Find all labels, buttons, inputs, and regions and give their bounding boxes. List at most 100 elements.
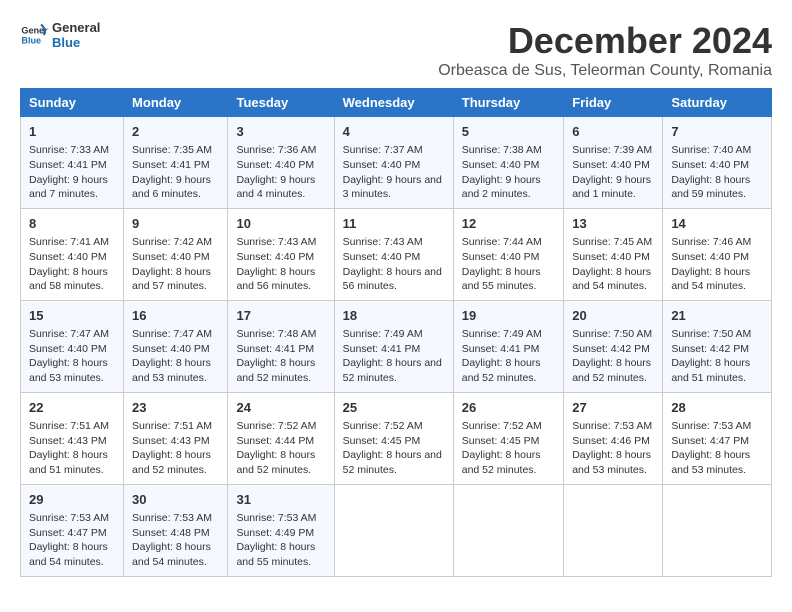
sunrise-text: Sunrise: 7:44 AM	[462, 235, 555, 250]
sunset-text: Sunset: 4:47 PM	[671, 434, 763, 449]
week-row-2: 8Sunrise: 7:41 AMSunset: 4:40 PMDaylight…	[21, 208, 772, 300]
header-saturday: Saturday	[663, 89, 772, 117]
week-row-3: 15Sunrise: 7:47 AMSunset: 4:40 PMDayligh…	[21, 300, 772, 392]
sunrise-text: Sunrise: 7:48 AM	[236, 327, 325, 342]
sunrise-text: Sunrise: 7:47 AM	[132, 327, 219, 342]
sunrise-text: Sunrise: 7:49 AM	[462, 327, 555, 342]
cell-day: 29Sunrise: 7:53 AMSunset: 4:47 PMDayligh…	[21, 484, 124, 576]
daylight-text: Daylight: 8 hours and 55 minutes.	[236, 540, 325, 569]
week-row-5: 29Sunrise: 7:53 AMSunset: 4:47 PMDayligh…	[21, 484, 772, 576]
cell-day: 15Sunrise: 7:47 AMSunset: 4:40 PMDayligh…	[21, 300, 124, 392]
daylight-text: Daylight: 8 hours and 52 minutes.	[343, 356, 445, 385]
header-row: SundayMondayTuesdayWednesdayThursdayFrid…	[21, 89, 772, 117]
cell-day: 11Sunrise: 7:43 AMSunset: 4:40 PMDayligh…	[334, 208, 453, 300]
cell-day: 17Sunrise: 7:48 AMSunset: 4:41 PMDayligh…	[228, 300, 334, 392]
sunrise-text: Sunrise: 7:37 AM	[343, 143, 445, 158]
day-number: 10	[236, 215, 325, 233]
header-wednesday: Wednesday	[334, 89, 453, 117]
cell-day: 6Sunrise: 7:39 AMSunset: 4:40 PMDaylight…	[564, 117, 663, 209]
sunset-text: Sunset: 4:47 PM	[29, 526, 115, 541]
daylight-text: Daylight: 8 hours and 57 minutes.	[132, 265, 219, 294]
day-number: 27	[572, 399, 654, 417]
sunset-text: Sunset: 4:40 PM	[236, 250, 325, 265]
sunrise-text: Sunrise: 7:50 AM	[671, 327, 763, 342]
cell-day: 27Sunrise: 7:53 AMSunset: 4:46 PMDayligh…	[564, 392, 663, 484]
day-number: 13	[572, 215, 654, 233]
sunset-text: Sunset: 4:42 PM	[572, 342, 654, 357]
cell-day: 2Sunrise: 7:35 AMSunset: 4:41 PMDaylight…	[124, 117, 228, 209]
daylight-text: Daylight: 8 hours and 52 minutes.	[462, 356, 555, 385]
logo-general: General	[52, 20, 100, 35]
sunset-text: Sunset: 4:46 PM	[572, 434, 654, 449]
day-number: 30	[132, 491, 219, 509]
cell-day: 24Sunrise: 7:52 AMSunset: 4:44 PMDayligh…	[228, 392, 334, 484]
logo-blue: Blue	[52, 35, 100, 50]
sunrise-text: Sunrise: 7:49 AM	[343, 327, 445, 342]
sunset-text: Sunset: 4:40 PM	[671, 158, 763, 173]
sunrise-text: Sunrise: 7:45 AM	[572, 235, 654, 250]
daylight-text: Daylight: 8 hours and 55 minutes.	[462, 265, 555, 294]
header-tuesday: Tuesday	[228, 89, 334, 117]
daylight-text: Daylight: 8 hours and 51 minutes.	[29, 448, 115, 477]
sunset-text: Sunset: 4:40 PM	[236, 158, 325, 173]
sunset-text: Sunset: 4:41 PM	[462, 342, 555, 357]
daylight-text: Daylight: 9 hours and 2 minutes.	[462, 173, 555, 202]
day-number: 8	[29, 215, 115, 233]
day-number: 24	[236, 399, 325, 417]
sunrise-text: Sunrise: 7:38 AM	[462, 143, 555, 158]
day-number: 14	[671, 215, 763, 233]
sunset-text: Sunset: 4:49 PM	[236, 526, 325, 541]
daylight-text: Daylight: 8 hours and 53 minutes.	[29, 356, 115, 385]
sunrise-text: Sunrise: 7:43 AM	[236, 235, 325, 250]
sunset-text: Sunset: 4:43 PM	[29, 434, 115, 449]
svg-text:Blue: Blue	[21, 35, 41, 45]
cell-day: 19 Sunrise: 7:49 AMSunset: 4:41 PMDayligh…	[453, 300, 563, 392]
main-title: December 2024	[438, 20, 772, 62]
sunrise-text: Sunrise: 7:51 AM	[132, 419, 219, 434]
sunrise-text: Sunrise: 7:51 AM	[29, 419, 115, 434]
day-number: 22	[29, 399, 115, 417]
day-number: 12	[462, 215, 555, 233]
day-number: 17	[236, 307, 325, 325]
day-number: 3	[236, 123, 325, 141]
daylight-text: Daylight: 8 hours and 53 minutes.	[572, 448, 654, 477]
sunset-text: Sunset: 4:40 PM	[29, 342, 115, 357]
day-number: 9	[132, 215, 219, 233]
sunset-text: Sunset: 4:41 PM	[132, 158, 219, 173]
sunset-text: Sunset: 4:40 PM	[29, 250, 115, 265]
daylight-text: Daylight: 8 hours and 52 minutes.	[236, 356, 325, 385]
header-monday: Monday	[124, 89, 228, 117]
sunrise-text: Sunrise: 7:47 AM	[29, 327, 115, 342]
sunrise-text: Sunrise: 7:42 AM	[132, 235, 219, 250]
sunrise-text: Sunrise: 7:40 AM	[671, 143, 763, 158]
cell-day: 25Sunrise: 7:52 AMSunset: 4:45 PMDayligh…	[334, 392, 453, 484]
header-friday: Friday	[564, 89, 663, 117]
week-row-1: 1Sunrise: 7:33 AMSunset: 4:41 PMDaylight…	[21, 117, 772, 209]
day-number: 16	[132, 307, 219, 325]
daylight-text: Daylight: 8 hours and 58 minutes.	[29, 265, 115, 294]
sunset-text: Sunset: 4:40 PM	[343, 158, 445, 173]
daylight-text: Daylight: 8 hours and 53 minutes.	[132, 356, 219, 385]
sunset-text: Sunset: 4:45 PM	[462, 434, 555, 449]
cell-day: 1Sunrise: 7:33 AMSunset: 4:41 PMDaylight…	[21, 117, 124, 209]
cell-day: 13Sunrise: 7:45 AMSunset: 4:40 PMDayligh…	[564, 208, 663, 300]
cell-day	[453, 484, 563, 576]
day-number: 5	[462, 123, 555, 141]
day-number: 31	[236, 491, 325, 509]
day-number: 19	[462, 307, 555, 325]
cell-day: 20Sunrise: 7:50 AMSunset: 4:42 PMDayligh…	[564, 300, 663, 392]
daylight-text: Daylight: 9 hours and 4 minutes.	[236, 173, 325, 202]
sunset-text: Sunset: 4:44 PM	[236, 434, 325, 449]
page-header: General Blue General Blue December 2024 …	[20, 20, 772, 80]
day-number: 26	[462, 399, 555, 417]
daylight-text: Daylight: 9 hours and 7 minutes.	[29, 173, 115, 202]
sunrise-text: Sunrise: 7:53 AM	[132, 511, 219, 526]
daylight-text: Daylight: 8 hours and 56 minutes.	[343, 265, 445, 294]
day-number: 23	[132, 399, 219, 417]
daylight-text: Daylight: 8 hours and 52 minutes.	[132, 448, 219, 477]
cell-day: 12Sunrise: 7:44 AMSunset: 4:40 PMDayligh…	[453, 208, 563, 300]
day-number: 28	[671, 399, 763, 417]
cell-day	[564, 484, 663, 576]
sunrise-text: Sunrise: 7:50 AM	[572, 327, 654, 342]
cell-day: 5Sunrise: 7:38 AMSunset: 4:40 PMDaylight…	[453, 117, 563, 209]
